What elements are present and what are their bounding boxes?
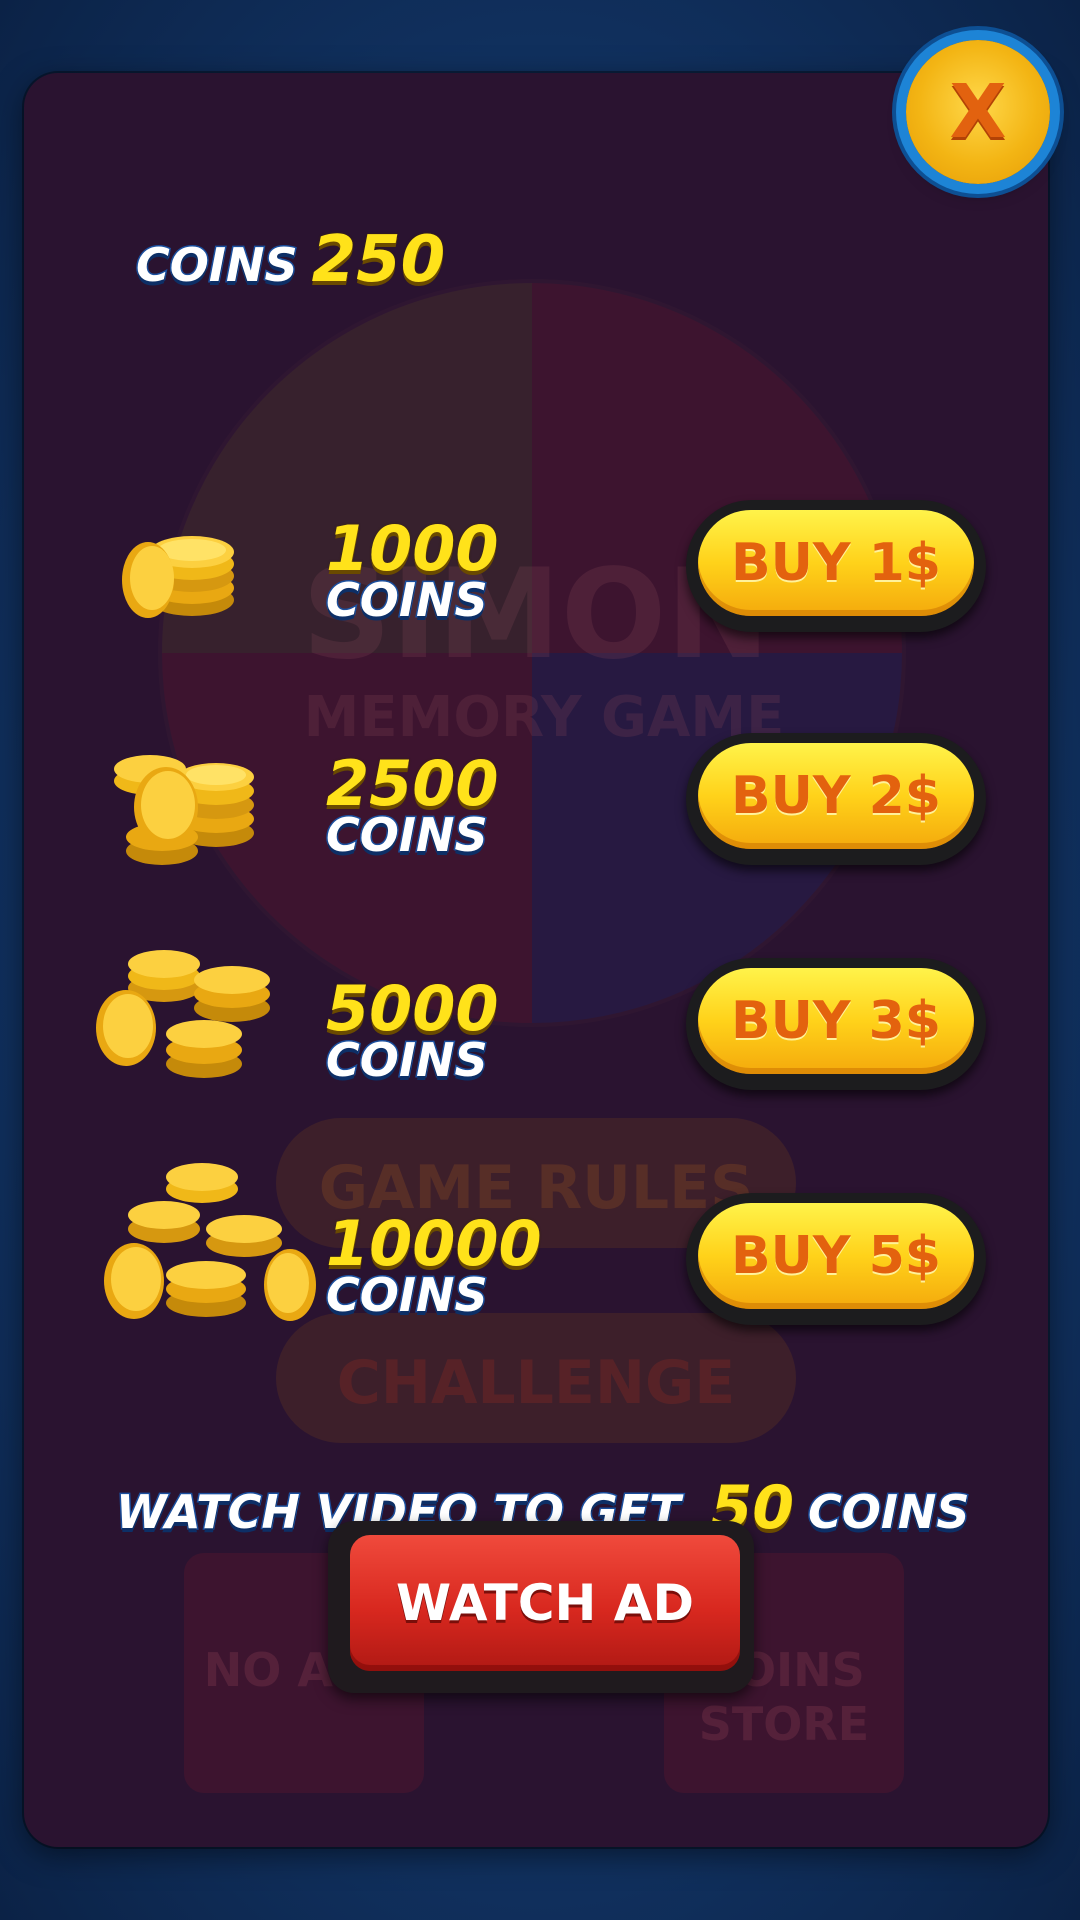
buy-1000-coins-button[interactable]: BUY 1$ <box>686 500 986 632</box>
large-coin-pile-icon <box>104 1163 316 1321</box>
coin-pack-row: 10000 COINS BUY 5$ <box>24 1163 1048 1333</box>
coin-stacks-icon <box>114 755 254 865</box>
coin-pack-row: 1000 COINS BUY 1$ <box>24 488 1048 638</box>
coin-pack-amount: 2500 <box>326 747 499 820</box>
coin-balance: COINS 250 <box>135 223 446 297</box>
coin-pack-unit: COINS <box>325 808 490 862</box>
buy-button-label: BUY 5$ <box>731 1226 941 1286</box>
background-challenge-button: CHALLENGE <box>336 1348 736 1418</box>
watch-video-suffix: COINS <box>806 1484 971 1541</box>
watch-ad-button[interactable]: WATCH AD <box>328 1521 754 1693</box>
coin-pack-unit: COINS <box>325 1033 490 1087</box>
coin-pack-amount: 10000 <box>326 1207 542 1280</box>
close-button[interactable]: X <box>906 40 1050 184</box>
coin-pile-icon <box>96 950 270 1078</box>
coin-store-dialog: SIMON MEMORY GAME GAME RULES CHALLENGE N… <box>24 73 1048 1847</box>
coin-pack-row: 2500 COINS BUY 2$ <box>24 723 1048 873</box>
buy-2500-coins-button[interactable]: BUY 2$ <box>686 733 986 865</box>
buy-button-label: BUY 3$ <box>731 991 941 1051</box>
coin-pack-amount: 5000 <box>326 972 499 1045</box>
coin-balance-value: 250 <box>311 223 446 297</box>
coin-pack-unit: COINS <box>325 573 490 627</box>
coin-pack-row: 5000 COINS BUY 3$ <box>24 948 1048 1098</box>
small-coin-stack-icon <box>122 536 234 618</box>
watch-ad-label: WATCH AD <box>396 1574 694 1632</box>
buy-button-label: BUY 1$ <box>731 533 941 593</box>
buy-button-label: BUY 2$ <box>731 766 941 826</box>
buy-5000-coins-button[interactable]: BUY 3$ <box>686 958 986 1090</box>
coin-balance-label: COINS <box>135 237 300 294</box>
coin-pack-amount: 1000 <box>326 512 499 585</box>
close-icon: X <box>949 69 1007 155</box>
buy-10000-coins-button[interactable]: BUY 5$ <box>686 1193 986 1325</box>
